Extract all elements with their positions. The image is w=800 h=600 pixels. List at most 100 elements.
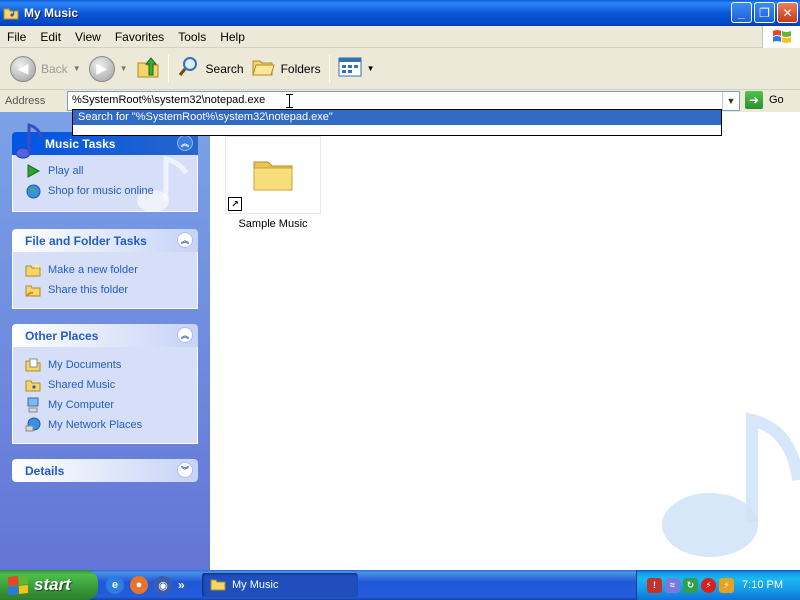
- other-places-header[interactable]: Other Places ︽: [12, 324, 198, 347]
- autocomplete-suggestion[interactable]: Search for "%SystemRoot%\system32\notepa…: [73, 110, 721, 125]
- window-title: My Music: [24, 6, 79, 20]
- menu-favorites[interactable]: Favorites: [108, 30, 171, 44]
- folder-label[interactable]: Sample Music: [225, 218, 321, 230]
- forward-arrow-icon: ▶: [88, 55, 115, 82]
- taskbar-item-my-music[interactable]: My Music: [202, 573, 358, 597]
- other-places-title: Other Places: [25, 328, 99, 343]
- folders-label: Folders: [280, 61, 321, 76]
- folder-music-icon: [210, 577, 226, 594]
- close-button[interactable]: ✕: [777, 2, 798, 23]
- back-label: Back: [41, 61, 68, 76]
- details-panel: Details ︾: [12, 459, 198, 482]
- folders-icon: [251, 56, 276, 81]
- menu-view[interactable]: View: [68, 30, 108, 44]
- play-icon: [25, 163, 41, 179]
- app-launcher-icon[interactable]: ◉: [154, 576, 172, 594]
- windows-logo-icon: [762, 26, 800, 48]
- antivirus-icon[interactable]: ⚡: [701, 577, 716, 593]
- my-documents-label: My Documents: [48, 359, 122, 371]
- my-computer-link[interactable]: My Computer: [25, 395, 197, 415]
- security-shield-icon[interactable]: !: [647, 577, 662, 593]
- folder-item[interactable]: ↗: [225, 136, 321, 214]
- network-globe-icon: [25, 417, 41, 433]
- new-folder-icon: [25, 262, 41, 278]
- my-network-places-link[interactable]: My Network Places: [25, 415, 197, 435]
- quick-launch: e ● ◉ »: [106, 576, 185, 594]
- my-documents-link[interactable]: My Documents: [25, 355, 197, 375]
- power-icon[interactable]: ⚡: [719, 577, 734, 593]
- go-button[interactable]: ➜ Go: [745, 91, 784, 109]
- shared-music-link[interactable]: Shared Music: [25, 375, 197, 395]
- start-button[interactable]: start: [0, 570, 98, 600]
- music-tasks-body: Play all Shop for music online: [12, 155, 198, 212]
- search-button[interactable]: Search: [173, 52, 248, 86]
- shared-folder-icon: [25, 377, 41, 393]
- toolbar: ◀ Back ▼ ▶ ▼ Search Folders ▼: [0, 48, 800, 90]
- text-cursor-icon: [286, 94, 293, 108]
- update-icon[interactable]: ↻: [683, 577, 698, 593]
- up-folder-icon: [136, 55, 160, 82]
- address-input[interactable]: %SystemRoot%\system32\notepad.exe: [67, 91, 740, 111]
- music-note-icon: [15, 122, 43, 159]
- menu-tools[interactable]: Tools: [171, 30, 213, 44]
- folders-button[interactable]: Folders: [248, 52, 325, 86]
- share-folder-icon: [25, 282, 41, 298]
- file-folder-tasks-header[interactable]: File and Folder Tasks ︽: [12, 229, 198, 252]
- shop-music-label: Shop for music online: [48, 185, 154, 197]
- shop-music-link[interactable]: Shop for music online: [25, 181, 197, 201]
- address-label: Address: [5, 95, 46, 107]
- details-title: Details: [25, 463, 65, 478]
- maximize-button[interactable]: ❐: [754, 2, 775, 23]
- play-all-link[interactable]: Play all: [25, 161, 197, 181]
- file-folder-tasks-title: File and Folder Tasks: [25, 233, 147, 248]
- internet-explorer-icon[interactable]: e: [106, 576, 124, 594]
- folder-icon: [251, 154, 295, 197]
- my-network-places-label: My Network Places: [48, 419, 143, 431]
- search-icon: [177, 55, 201, 82]
- make-new-folder-link[interactable]: Make a new folder: [25, 260, 197, 280]
- back-button[interactable]: ◀ Back ▼: [6, 52, 85, 86]
- expand-icon[interactable]: ︾: [177, 462, 193, 478]
- menu-edit[interactable]: Edit: [33, 30, 68, 44]
- address-dropdown-button[interactable]: ▼: [722, 92, 739, 110]
- my-computer-label: My Computer: [48, 399, 115, 411]
- system-tray: ! ≈ ↻ ⚡ ⚡ 7:10 PM: [636, 570, 800, 600]
- firefox-icon[interactable]: ●: [130, 576, 148, 594]
- network-icon[interactable]: ≈: [665, 577, 680, 593]
- details-header[interactable]: Details ︾: [12, 459, 198, 482]
- minimize-button[interactable]: _: [731, 2, 752, 23]
- collapse-icon[interactable]: ︽: [177, 135, 193, 151]
- taskbar: start e ● ◉ » My Music ! ≈ ↻ ⚡ ⚡ 7:10 PM: [0, 570, 800, 600]
- up-folder-button[interactable]: [132, 52, 164, 86]
- menu-help[interactable]: Help: [213, 30, 252, 44]
- go-arrow-icon: ➜: [745, 91, 763, 109]
- more-chevron-icon[interactable]: »: [178, 578, 185, 592]
- globe-icon: [25, 183, 41, 199]
- file-view: ↗ Sample Music: [210, 112, 800, 570]
- shortcut-arrow-icon: ↗: [228, 197, 242, 211]
- views-button[interactable]: ▼: [334, 52, 379, 86]
- clock: 7:10 PM: [742, 579, 783, 591]
- title-bar: My Music _ ❐ ✕: [0, 0, 800, 26]
- share-folder-link[interactable]: Share this folder: [25, 280, 197, 300]
- chevron-down-icon: ▼: [72, 64, 81, 73]
- menu-file[interactable]: File: [0, 30, 33, 44]
- music-tasks-title: Music Tasks: [45, 136, 116, 151]
- windows-flag-icon: [8, 574, 28, 596]
- make-new-folder-label: Make a new folder: [48, 264, 138, 276]
- menu-bar: File Edit View Favorites Tools Help: [0, 26, 800, 48]
- chevron-down-icon: ▼: [119, 64, 128, 73]
- close-icon: ✕: [782, 5, 793, 20]
- start-label: start: [34, 575, 71, 594]
- collapse-icon[interactable]: ︽: [177, 232, 193, 248]
- address-autocomplete: Search for "%SystemRoot%\system32\notepa…: [72, 109, 722, 136]
- computer-icon: [25, 397, 41, 413]
- back-arrow-icon: ◀: [10, 55, 36, 82]
- collapse-icon[interactable]: ︽: [177, 327, 193, 343]
- documents-folder-icon: [25, 357, 41, 373]
- play-all-label: Play all: [48, 165, 84, 177]
- other-places-panel: Other Places ︽ My Documents Shared Music…: [12, 324, 198, 444]
- forward-button[interactable]: ▶ ▼: [85, 52, 132, 86]
- shared-music-label: Shared Music: [48, 379, 116, 391]
- file-folder-tasks-panel: File and Folder Tasks ︽ Make a new folde…: [12, 229, 198, 309]
